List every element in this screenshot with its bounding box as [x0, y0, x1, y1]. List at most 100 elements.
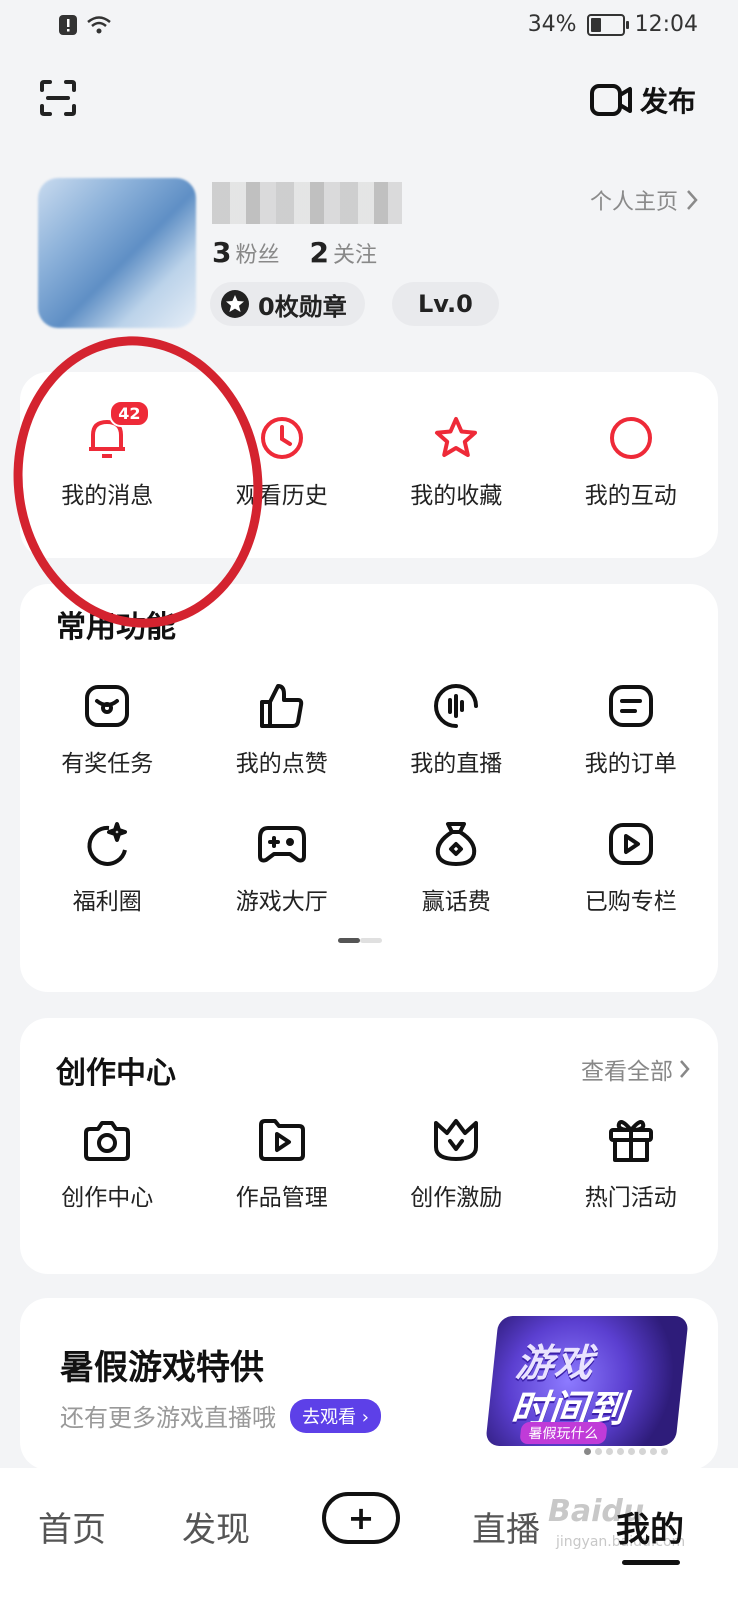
banner-dot [650, 1448, 657, 1455]
fans-stat[interactable]: 3 粉丝 [212, 236, 280, 269]
fans-count: 3 [212, 236, 232, 269]
status-icons [58, 14, 112, 36]
crown-icon [434, 1119, 479, 1161]
quick-action-favorites[interactable]: 我的收藏 [369, 410, 544, 510]
circle-icon [609, 417, 652, 459]
banner-page-indicator [584, 1448, 668, 1455]
function-purchased-columns[interactable]: 已购专栏 [544, 816, 719, 916]
battery-icon [586, 13, 629, 36]
level-label: Lv.0 [418, 290, 473, 318]
moon-sparkle-icon [87, 822, 128, 866]
live-icon [434, 684, 479, 728]
status-right: 34% 12:04 [528, 12, 698, 37]
banner-dot [628, 1448, 635, 1455]
promo-banner[interactable]: 暑假游戏特供 还有更多游戏直播哦 去观看 › 游戏 时间到 暑假玩什么 [20, 1298, 718, 1470]
medal-star-icon [221, 290, 249, 318]
publish-button[interactable]: 发布 [589, 80, 696, 120]
chevron-right-icon [680, 1060, 690, 1078]
creator-label: 作品管理 [235, 1185, 328, 1211]
publish-label: 发布 [639, 85, 696, 118]
promo-artwork: 游戏 时间到 暑假玩什么 [485, 1316, 689, 1446]
bottom-nav: 首页 发现 + 直播 Baidu jingyan.baidu.com 我的 [0, 1468, 738, 1600]
thumbs-up-icon [259, 684, 303, 728]
function-game-hall[interactable]: 游戏大厅 [195, 816, 370, 916]
clock-icon [260, 417, 303, 459]
banner-dot [595, 1448, 602, 1455]
quick-action-label: 我的收藏 [410, 483, 503, 509]
nav-discover[interactable]: 发现 [182, 1502, 250, 1551]
works-management-item[interactable]: 作品管理 [195, 1112, 370, 1212]
wifi-icon [87, 16, 111, 34]
play-square-icon [608, 823, 653, 865]
nav-live[interactable]: 直播 [472, 1502, 540, 1551]
function-reward-tasks[interactable]: 有奖任务 [20, 678, 195, 778]
function-label: 赢话费 [421, 889, 491, 915]
creator-label: 创作中心 [61, 1185, 154, 1211]
homepage-link-label: 个人主页 [589, 190, 678, 215]
nav-active-indicator [622, 1560, 680, 1565]
promo-subtitle-row: 还有更多游戏直播哦 去观看 › [60, 1398, 381, 1433]
scan-icon [40, 80, 76, 116]
promo-art-tag: 暑假玩什么 [519, 1422, 608, 1444]
profile-stats: 3 粉丝 2 关注 [212, 236, 377, 269]
promo-watch-label: 去观看 [302, 1406, 356, 1428]
plus-icon: + [347, 1499, 375, 1537]
creator-label: 创作激励 [410, 1185, 503, 1211]
creator-center-item[interactable]: 创作中心 [20, 1112, 195, 1212]
function-my-likes[interactable]: 我的点赞 [195, 678, 370, 778]
banner-dot [606, 1448, 613, 1455]
medal-pill[interactable]: 0枚勋章 [210, 282, 365, 326]
function-label: 游戏大厅 [235, 889, 328, 915]
banner-dot [661, 1448, 668, 1455]
level-pill[interactable]: Lv.0 [392, 282, 499, 326]
nickname-blurred [212, 182, 402, 224]
nav-home[interactable]: 首页 [38, 1502, 106, 1551]
clock-time: 12:04 [634, 12, 698, 37]
see-all-label: 查看全部 [581, 1059, 673, 1085]
homepage-link[interactable]: 个人主页 [590, 184, 698, 216]
gamepad-icon [257, 826, 306, 863]
alert-icon [59, 15, 77, 35]
function-my-live[interactable]: 我的直播 [369, 678, 544, 778]
banner-dot [639, 1448, 646, 1455]
promo-watch-button[interactable]: 去观看 › [290, 1398, 381, 1433]
creator-incentive-item[interactable]: 创作激励 [369, 1112, 544, 1212]
see-all-link[interactable]: 查看全部 [581, 1052, 690, 1086]
function-win-phone-credit[interactable]: 赢话费 [369, 816, 544, 916]
page-dot-active [338, 938, 360, 943]
quick-action-interactions[interactable]: 我的互动 [544, 410, 719, 510]
create-plus-button[interactable]: + [322, 1492, 400, 1544]
banner-dot-active [584, 1448, 591, 1455]
function-welfare-circle[interactable]: 福利圈 [20, 816, 195, 916]
function-label: 我的点赞 [235, 751, 328, 777]
battery-fill [590, 17, 601, 32]
creator-label: 热门活动 [584, 1185, 677, 1211]
banner-dot [617, 1448, 624, 1455]
function-my-orders[interactable]: 我的订单 [544, 678, 719, 778]
promo-title: 暑假游戏特供 [60, 1348, 264, 1388]
follow-label: 关注 [332, 243, 377, 268]
camera-icon [84, 1121, 131, 1161]
section-title: 创作中心 [56, 1056, 176, 1091]
medal-label: 0枚勋章 [258, 292, 347, 321]
avatar[interactable] [38, 178, 196, 328]
function-label: 我的订单 [584, 751, 677, 777]
chevron-right-icon [687, 190, 698, 210]
hot-events-item[interactable]: 热门活动 [544, 1112, 719, 1212]
follow-count: 2 [309, 236, 329, 269]
task-icon [85, 685, 130, 727]
fans-label: 粉丝 [235, 243, 280, 268]
function-label: 有奖任务 [61, 751, 154, 777]
nav-me[interactable]: 我的 [616, 1502, 684, 1551]
function-label: 福利圈 [72, 889, 142, 915]
money-bag-icon [436, 822, 477, 866]
page-dot [360, 938, 382, 943]
function-label: 我的直播 [410, 751, 503, 777]
video-camera-icon [589, 84, 632, 116]
order-icon [608, 685, 653, 727]
promo-subtitle: 还有更多游戏直播哦 [60, 1404, 276, 1432]
scan-button[interactable] [38, 78, 78, 118]
function-label: 已购专栏 [584, 889, 677, 915]
star-icon [435, 417, 478, 457]
follow-stat[interactable]: 2 关注 [310, 236, 378, 269]
